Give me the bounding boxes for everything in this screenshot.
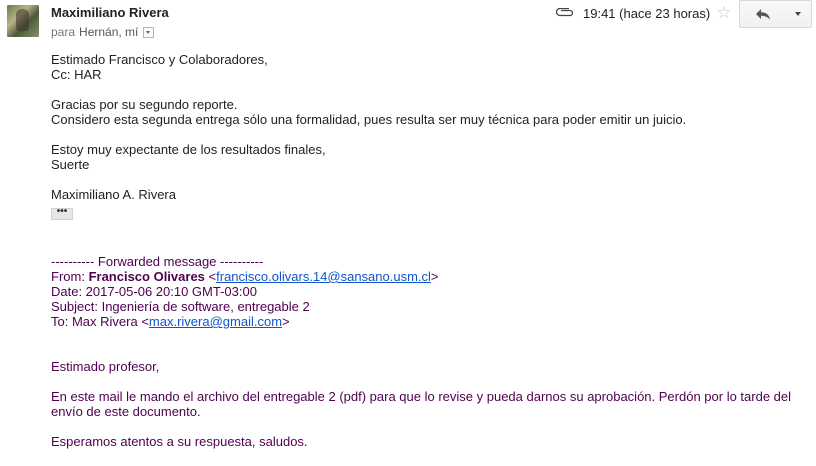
message-body: Estimado Francisco y Colaboradores, Cc: …: [51, 52, 801, 220]
recipient-details-dropdown[interactable]: [143, 26, 155, 38]
reply-icon: [756, 9, 770, 20]
forwarded-message: ---------- Forwarded message ---------- …: [51, 254, 801, 449]
message-time: 19:41 (hace 23 horas): [583, 5, 711, 21]
from-label: From:: [51, 269, 89, 284]
forwarded-to: To: Max Rivera <max.rivera@gmail.com>: [51, 314, 290, 329]
forwarded-body: En este mail le mando el archivo del ent…: [51, 389, 792, 419]
more-options-button[interactable]: [785, 0, 812, 28]
forwarded-divider: ---------- Forwarded message ----------: [51, 254, 264, 269]
signature: Maximiliano A. Rivera: [51, 187, 176, 202]
forwarded-from: From: Francisco Olivares <francisco.oliv…: [51, 269, 439, 284]
body-line-3: Estoy muy expectante de los resultados f…: [51, 142, 326, 157]
body-line-2: Considero esta segunda entrega sólo una …: [51, 112, 687, 127]
body-line-4: Suerte: [51, 157, 90, 172]
recipients-line: para Hernán, mí: [51, 25, 155, 39]
paperclip-icon: [556, 8, 574, 17]
to-email-link[interactable]: max.rivera@gmail.com: [149, 314, 282, 329]
chevron-down-icon: [795, 12, 801, 16]
forwarded-subject: Subject: Ingeniería de software, entrega…: [51, 299, 310, 314]
forwarded-salutation: Estimado profesor,: [51, 359, 160, 374]
forwarded-date: Date: 2017-05-06 20:10 GMT-03:00: [51, 284, 257, 299]
message-meta: 19:41 (hace 23 horas) ☆: [556, 3, 731, 23]
show-trimmed-content-button[interactable]: •••: [51, 207, 73, 220]
from-email-link[interactable]: francisco.olivars.14@sansano.usm.cl: [216, 269, 431, 284]
star-icon[interactable]: ☆: [716, 3, 731, 23]
from-name: Francisco Olivares: [88, 269, 205, 284]
sender-name[interactable]: Maximiliano Rivera: [51, 5, 169, 20]
forwarded-closing: Esperamos atentos a su respuesta, saludo…: [51, 434, 308, 449]
body-line-1: Gracias por su segundo reporte.: [51, 97, 238, 112]
to-label: To: Max Rivera: [51, 314, 142, 329]
greeting: Estimado Francisco y Colaboradores,: [51, 52, 268, 67]
cc-line: Cc: HAR: [51, 67, 102, 82]
avatar[interactable]: [7, 5, 39, 37]
recipients-names: Hernán, mí: [79, 25, 139, 39]
reply-button[interactable]: [739, 0, 787, 28]
recipients-prefix: para: [51, 25, 76, 39]
